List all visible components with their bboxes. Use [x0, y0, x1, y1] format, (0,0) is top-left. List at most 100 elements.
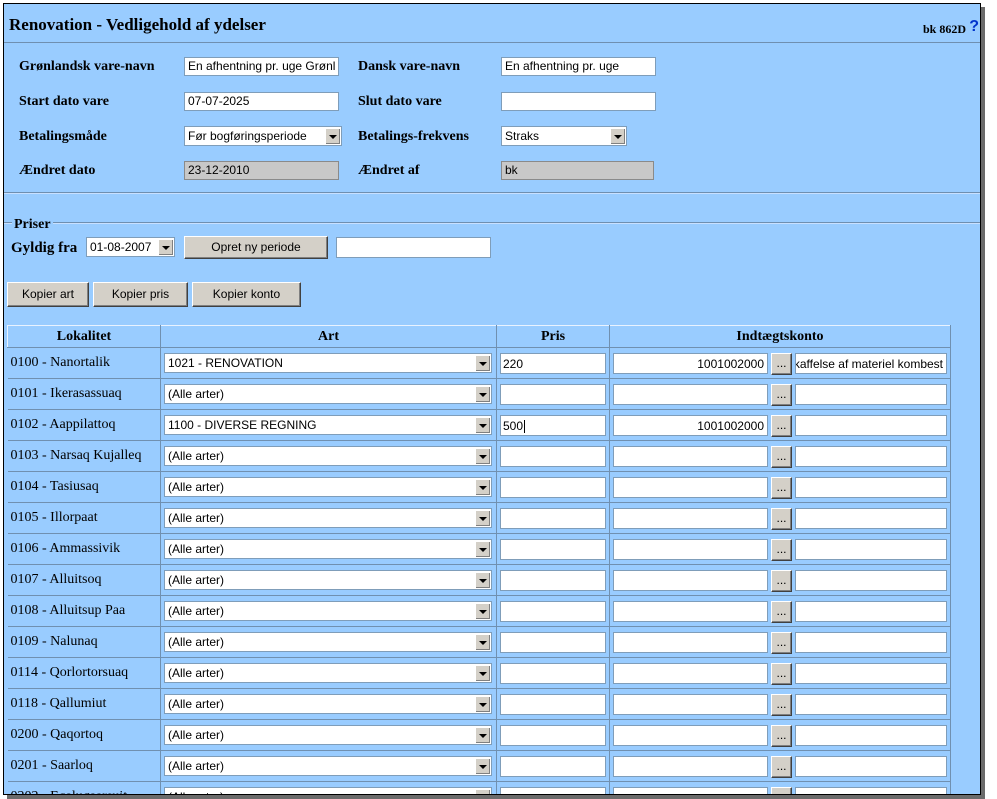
type-select[interactable]: (Alle arter) — [164, 384, 492, 404]
account-description-field[interactable] — [795, 601, 947, 622]
type-select[interactable]: (Alle arter) — [164, 756, 492, 776]
account-input[interactable]: 1001002000 — [613, 353, 768, 374]
type-select[interactable]: (Alle arter) — [164, 539, 492, 559]
account-description-field[interactable] — [795, 756, 947, 777]
type-select[interactable]: 1021 - RENOVATION — [164, 353, 492, 373]
copy-price-button[interactable]: Kopier pris — [93, 282, 188, 307]
account-input[interactable] — [613, 539, 768, 560]
type-select[interactable]: (Alle arter) — [164, 632, 492, 652]
price-input[interactable] — [500, 787, 606, 794]
type-select[interactable]: (Alle arter) — [164, 477, 492, 497]
price-input[interactable] — [500, 756, 606, 777]
type-select[interactable]: (Alle arter) — [164, 787, 492, 794]
new-period-input[interactable] — [336, 237, 491, 258]
account-description-field[interactable] — [795, 508, 947, 529]
price-input[interactable] — [500, 477, 606, 498]
valid-from-label: Gyldig fra — [11, 240, 78, 256]
account-input[interactable]: 1001002000 — [613, 415, 768, 436]
account-description-field[interactable] — [795, 694, 947, 715]
account-lookup-button[interactable]: ... — [771, 415, 792, 437]
account-input[interactable] — [613, 694, 768, 715]
location-cell: 0103 - Narsaq Kujalleq — [7, 440, 161, 472]
copy-type-button[interactable]: Kopier art — [7, 282, 89, 307]
account-lookup-button[interactable]: ... — [771, 787, 792, 794]
type-select[interactable]: (Alle arter) — [164, 663, 492, 683]
location-cell: 0101 - Ikerasassuaq — [7, 378, 161, 410]
price-input[interactable]: 220 — [500, 353, 606, 374]
help-icon[interactable]: ? — [969, 18, 979, 36]
account-description-field[interactable] — [795, 632, 947, 653]
account-input[interactable] — [613, 570, 768, 591]
account-description-field[interactable] — [795, 384, 947, 405]
price-input[interactable] — [500, 508, 606, 529]
account-lookup-button[interactable]: ... — [771, 756, 792, 778]
account-lookup-button[interactable]: ... — [771, 508, 792, 530]
valid-from-select[interactable]: 01-08-2007 — [86, 237, 175, 257]
account-input[interactable] — [613, 632, 768, 653]
price-input[interactable] — [500, 539, 606, 560]
account-description-field[interactable] — [795, 570, 947, 591]
account-input[interactable] — [613, 508, 768, 529]
type-select[interactable]: (Alle arter) — [164, 508, 492, 528]
type-select[interactable]: (Alle arter) — [164, 446, 492, 466]
end-date-input[interactable] — [501, 92, 656, 111]
type-select[interactable]: (Alle arter) — [164, 570, 492, 590]
account-lookup-button[interactable]: ... — [771, 570, 792, 592]
price-input[interactable] — [500, 663, 606, 684]
revenue-account-cell: ... — [609, 471, 951, 503]
type-select[interactable]: 1100 - DIVERSE REGNING — [164, 415, 492, 435]
account-description-field[interactable] — [795, 415, 947, 436]
account-description-field[interactable] — [795, 725, 947, 746]
price-input[interactable]: 500 — [500, 415, 606, 436]
price-input[interactable] — [500, 570, 606, 591]
account-description-field[interactable]: Anskaffelse af materiel kombest — [795, 353, 947, 374]
account-lookup-button[interactable]: ... — [771, 694, 792, 716]
start-date-label: Start dato vare — [19, 94, 109, 109]
copy-account-button[interactable]: Kopier konto — [192, 282, 301, 307]
chevron-down-icon — [475, 386, 490, 402]
payment-method-select[interactable]: Før bogføringsperiode — [184, 126, 342, 146]
account-lookup-button[interactable]: ... — [771, 663, 792, 685]
chevron-down-icon — [158, 239, 173, 255]
account-lookup-button[interactable]: ... — [771, 725, 792, 747]
account-lookup-button[interactable]: ... — [771, 446, 792, 468]
price-input[interactable] — [500, 694, 606, 715]
type-select[interactable]: (Alle arter) — [164, 601, 492, 621]
price-input[interactable] — [500, 601, 606, 622]
location-cell: 0100 - Nanortalik — [7, 347, 161, 379]
prices-legend: Priser — [12, 217, 53, 233]
account-lookup-button[interactable]: ... — [771, 353, 792, 375]
account-input[interactable] — [613, 384, 768, 405]
account-description-field[interactable] — [795, 446, 947, 467]
price-input[interactable] — [500, 632, 606, 653]
dk-name-input[interactable]: En afhentning pr. uge — [501, 57, 656, 76]
type-select[interactable]: (Alle arter) — [164, 694, 492, 714]
account-description-field[interactable] — [795, 539, 947, 560]
gl-name-input[interactable]: En afhentning pr. uge Grønl — [184, 57, 339, 76]
account-input[interactable] — [613, 601, 768, 622]
create-period-button[interactable]: Opret ny periode — [184, 236, 328, 259]
account-description-field[interactable] — [795, 787, 947, 794]
account-input[interactable] — [613, 787, 768, 794]
account-input[interactable] — [613, 725, 768, 746]
price-input[interactable] — [500, 725, 606, 746]
account-lookup-button[interactable]: ... — [771, 539, 792, 561]
account-description-field[interactable] — [795, 477, 947, 498]
account-lookup-button[interactable]: ... — [771, 632, 792, 654]
account-lookup-button[interactable]: ... — [771, 601, 792, 623]
payment-frequency-select[interactable]: Straks — [501, 126, 627, 146]
divider — [4, 192, 980, 194]
account-input[interactable] — [613, 446, 768, 467]
account-input[interactable] — [613, 477, 768, 498]
user-info: bk 862D — [922, 22, 966, 36]
account-input[interactable] — [613, 756, 768, 777]
account-lookup-button[interactable]: ... — [771, 477, 792, 499]
price-input[interactable] — [500, 384, 606, 405]
account-description-field[interactable] — [795, 663, 947, 684]
type-select-value: (Alle arter) — [168, 728, 225, 742]
account-input[interactable] — [613, 663, 768, 684]
start-date-input[interactable]: 07-07-2025 — [184, 92, 339, 111]
type-select[interactable]: (Alle arter) — [164, 725, 492, 745]
account-lookup-button[interactable]: ... — [771, 384, 792, 406]
price-input[interactable] — [500, 446, 606, 467]
